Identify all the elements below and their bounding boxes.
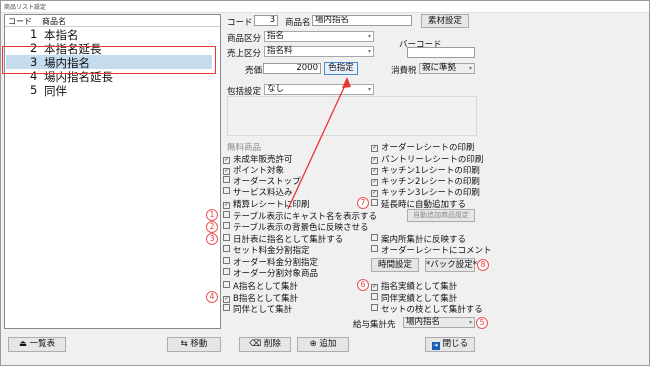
- move-icon: ⇆: [180, 339, 191, 349]
- list-view-button[interactable]: ⏏ 一覧表: [8, 337, 66, 352]
- delete-button[interactable]: ⌫ 削除: [239, 337, 291, 352]
- add-button[interactable]: ⊕ 追加: [297, 337, 349, 352]
- move-button[interactable]: ⇆ 移動: [167, 337, 221, 352]
- product-settings-window: 商品リスト設定 コード 商品名 1 本指名 2 本指名延長 3 場内指名 4 場…: [0, 0, 650, 366]
- list-icon: ⏏: [18, 339, 30, 349]
- add-icon: ⊕: [309, 339, 320, 349]
- close-icon: ➜: [431, 342, 440, 350]
- delete-icon: ⌫: [249, 339, 264, 349]
- annotation-arrow: [287, 77, 351, 210]
- close-button[interactable]: ➜ 閉じる: [425, 337, 475, 352]
